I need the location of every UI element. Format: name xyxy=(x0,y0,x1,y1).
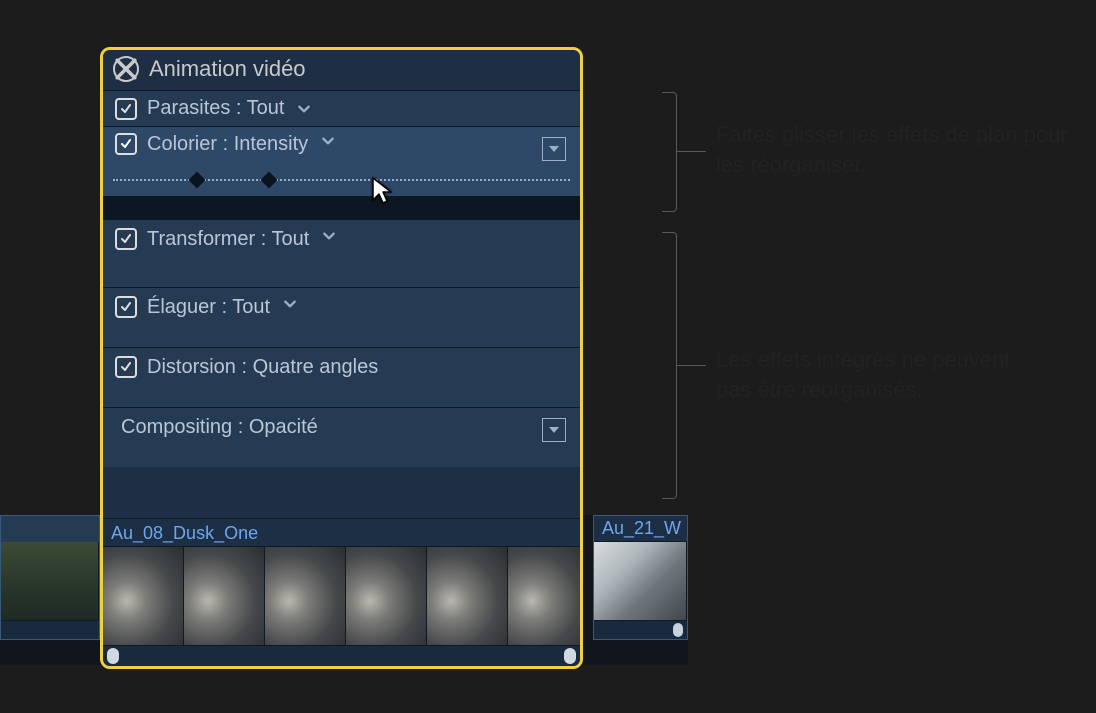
chevron-down-icon[interactable] xyxy=(320,133,336,149)
checkbox[interactable] xyxy=(115,356,137,378)
close-icon[interactable] xyxy=(113,56,139,82)
effect-label: Distorsion : Quatre angles xyxy=(147,356,378,379)
thumbnail xyxy=(508,547,580,645)
bracket-lead xyxy=(676,151,706,152)
effect-row-transformer[interactable]: Transformer : Tout xyxy=(103,219,580,287)
disclosure-button[interactable] xyxy=(542,418,566,442)
clip-thumbnails xyxy=(103,547,580,645)
row-gap xyxy=(103,196,580,219)
thumbnail xyxy=(184,547,265,645)
chevron-down-icon[interactable] xyxy=(282,296,298,312)
scrub-knob-right[interactable] xyxy=(564,648,576,664)
timeline-clip-left[interactable]: . xyxy=(0,515,100,640)
thumbnail xyxy=(103,547,184,645)
thumbnail xyxy=(265,547,346,645)
effect-row-elaguer[interactable]: Élaguer : Tout xyxy=(103,287,580,347)
effect-label: Compositing : Opacité xyxy=(121,416,318,439)
thumbnail xyxy=(346,547,427,645)
keyframe-marker[interactable] xyxy=(189,172,206,189)
callout-bracket-bottom xyxy=(662,232,677,499)
clip-strip: Au_08_Dusk_One xyxy=(103,518,580,666)
checkbox[interactable] xyxy=(115,228,137,250)
callout-bracket-top xyxy=(662,92,677,212)
effect-row-parasites[interactable]: Parasites : Tout xyxy=(103,90,580,126)
video-animation-panel: Animation vidéo Parasites : Tout Colorie… xyxy=(100,47,583,669)
effect-label: Transformer : Tout xyxy=(147,228,309,251)
effect-row-colorier[interactable]: Colorier : Intensity xyxy=(103,126,580,196)
chevron-down-icon[interactable] xyxy=(296,101,312,117)
disclosure-button[interactable] xyxy=(542,137,566,161)
canvas: . Au_21_W Animation vidéo xyxy=(0,0,1096,713)
checkbox[interactable] xyxy=(115,296,137,318)
panel-header: Animation vidéo xyxy=(103,50,580,90)
effect-label: Colorier : Intensity xyxy=(147,133,308,156)
effect-label: Parasites : Tout xyxy=(147,97,284,120)
clip-title: Au_21_W xyxy=(594,516,687,542)
checkbox[interactable] xyxy=(115,98,137,120)
clip-title: Au_08_Dusk_One xyxy=(103,518,580,547)
effect-row-distorsion[interactable]: Distorsion : Quatre angles xyxy=(103,347,580,407)
bracket-lead xyxy=(676,365,706,366)
effect-label: Élaguer : Tout xyxy=(147,296,270,319)
keyframe-marker[interactable] xyxy=(261,172,278,189)
keyframe-dotted-line xyxy=(113,179,570,181)
timeline-clip-right[interactable]: Au_21_W xyxy=(593,515,688,640)
keyframe-track[interactable] xyxy=(113,174,570,190)
scrub-knob[interactable] xyxy=(673,623,683,637)
scrub-bar[interactable] xyxy=(103,645,580,666)
thumbnail xyxy=(427,547,508,645)
callout-bottom: Les effets intégrés ne peuvent pas être … xyxy=(716,345,1016,404)
callout-top: Faites glisser les effets de plan pour l… xyxy=(716,120,1076,179)
scrub-bar[interactable] xyxy=(594,620,687,639)
checkbox[interactable] xyxy=(115,133,137,155)
scrub-knob-left[interactable] xyxy=(107,648,119,664)
chevron-down-icon[interactable] xyxy=(321,228,337,244)
effect-row-compositing[interactable]: Compositing : Opacité xyxy=(103,407,580,467)
panel-title: Animation vidéo xyxy=(149,56,306,82)
scrub-bar[interactable] xyxy=(1,620,99,639)
